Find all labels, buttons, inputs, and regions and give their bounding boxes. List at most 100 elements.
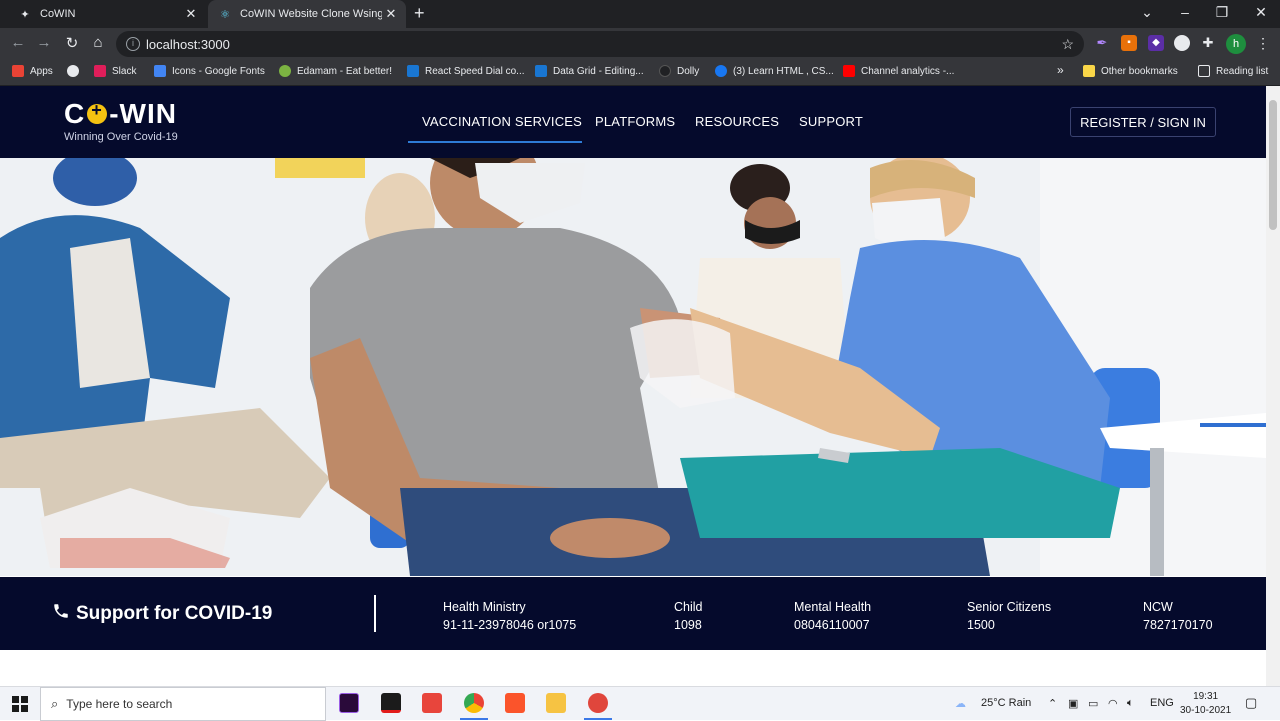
file-explorer-icon[interactable] bbox=[546, 693, 566, 713]
search-icon: ⌕ bbox=[51, 696, 59, 711]
tray-app-icon[interactable]: ▣ bbox=[1068, 697, 1078, 710]
back-icon[interactable]: ← bbox=[8, 34, 28, 51]
new-tab-button[interactable]: + bbox=[414, 3, 425, 24]
browser-menu-icon[interactable]: ⋮ bbox=[1256, 35, 1270, 52]
windows-start-icon[interactable] bbox=[12, 696, 28, 712]
maximize-icon[interactable]: ❐ bbox=[1212, 4, 1232, 21]
feather-extension-icon[interactable]: ✒ bbox=[1094, 35, 1110, 51]
close-window-icon[interactable]: ✕ bbox=[1251, 4, 1271, 21]
bookmark-label: Reading list bbox=[1216, 65, 1269, 77]
cowin-logo[interactable]: C -WIN Winning Over Covid-19 bbox=[64, 98, 178, 143]
app-red-icon[interactable] bbox=[381, 693, 401, 713]
helpline-number[interactable]: 1098 bbox=[674, 616, 703, 634]
notifications-icon[interactable]: ▢ bbox=[1245, 695, 1257, 711]
bookmark-google-fonts[interactable]: Icons - Google Fonts bbox=[154, 65, 265, 77]
tab-cowin-clone[interactable]: ⚛ CoWIN Website Clone Wsing Re ✕ bbox=[208, 0, 406, 28]
helpline-number[interactable]: 7827170170 bbox=[1143, 616, 1213, 634]
register-sign-in-button[interactable]: REGISTER / SIGN IN bbox=[1070, 107, 1216, 137]
premiere-pro-icon[interactable] bbox=[339, 693, 359, 713]
off-extension-icon[interactable]: ▪ bbox=[1121, 35, 1137, 51]
bookmark-edamam[interactable]: Edamam - Eat better! bbox=[279, 65, 392, 77]
bookmark-star-icon[interactable]: ☆ bbox=[1061, 36, 1074, 53]
bookmarks-bar: Apps Slack Icons - Google Fonts Edamam -… bbox=[0, 60, 1280, 86]
helpline-label: Mental Health bbox=[794, 600, 872, 614]
brave-icon[interactable] bbox=[505, 693, 525, 713]
bookmark-globe[interactable] bbox=[67, 65, 85, 77]
close-tab-icon[interactable]: ✕ bbox=[182, 6, 200, 22]
url-text[interactable]: localhost:3000 bbox=[146, 37, 230, 52]
language-indicator[interactable]: ENG bbox=[1150, 697, 1174, 709]
windows-taskbar: ⌕ Type here to search ☁ 25°C Rain ⌃ ▣ ▭ … bbox=[0, 686, 1280, 721]
reload-icon[interactable]: ↻ bbox=[62, 34, 82, 52]
globe-icon bbox=[67, 65, 79, 77]
site-header: C -WIN Winning Over Covid-19 VACCINATION… bbox=[0, 86, 1266, 158]
app-pink-icon[interactable] bbox=[588, 693, 608, 713]
tab-cowin[interactable]: ✦ CoWIN ✕ bbox=[8, 0, 206, 28]
support-divider bbox=[374, 595, 376, 632]
helpline-number[interactable]: 08046110007 bbox=[794, 616, 871, 634]
helpline-number[interactable]: 1500 bbox=[967, 616, 1051, 634]
dolly-icon bbox=[659, 65, 671, 77]
bookmark-slack[interactable]: Slack bbox=[94, 65, 136, 77]
address-bar[interactable]: i localhost:3000 ☆ bbox=[116, 31, 1084, 57]
hero-banner-image bbox=[0, 158, 1266, 576]
page-scrollbar[interactable] bbox=[1266, 86, 1280, 686]
nav-support[interactable]: SUPPORT bbox=[799, 114, 863, 129]
bookmark-dolly[interactable]: Dolly bbox=[659, 65, 699, 77]
helpline-label: Senior Citizens bbox=[967, 600, 1052, 614]
show-hidden-icons-icon[interactable]: ⌃ bbox=[1048, 697, 1057, 710]
info-icon[interactable]: i bbox=[126, 37, 140, 51]
weather-text[interactable]: 25°C Rain bbox=[981, 697, 1031, 709]
nav-resources[interactable]: RESOURCES bbox=[695, 114, 779, 129]
bookmarks-overflow-icon[interactable]: » bbox=[1057, 63, 1064, 77]
taskbar-search-input[interactable]: ⌕ Type here to search bbox=[40, 687, 326, 721]
profile-avatar[interactable]: h bbox=[1226, 34, 1246, 54]
vaccination-photo bbox=[0, 158, 1266, 576]
minimize-icon[interactable]: – bbox=[1175, 4, 1195, 20]
bookmark-label: Other bookmarks bbox=[1101, 65, 1178, 77]
helpline-mental-health: Mental Health 08046110007 bbox=[794, 598, 871, 634]
bookmark-label: Edamam - Eat better! bbox=[297, 65, 393, 77]
bookmark-label: (3) Learn HTML , CS... bbox=[733, 65, 834, 77]
chrome-icon[interactable] bbox=[464, 693, 484, 713]
volume-icon[interactable]: 🔈︎ bbox=[1127, 697, 1134, 710]
weather-rain-icon[interactable]: ☁ bbox=[955, 697, 966, 710]
tab-search-icon[interactable]: ⌄ bbox=[1137, 4, 1157, 21]
reading-list-icon bbox=[1198, 65, 1210, 77]
bookmark-react-speed-dial[interactable]: React Speed Dial co... bbox=[407, 65, 525, 77]
helpline-label: Health Ministry bbox=[443, 600, 526, 614]
home-icon[interactable]: ⌂ bbox=[88, 34, 108, 51]
close-tab-icon[interactable]: ✕ bbox=[382, 6, 400, 22]
helpline-number[interactable]: 91-11-23978046 or1075 bbox=[443, 616, 576, 634]
slack-icon bbox=[94, 65, 106, 77]
forward-icon[interactable]: → bbox=[34, 34, 54, 51]
search-placeholder: Type here to search bbox=[66, 697, 173, 711]
tab-title: CoWIN bbox=[40, 8, 76, 20]
scrollbar-thumb[interactable] bbox=[1269, 100, 1277, 230]
bookmark-data-grid[interactable]: Data Grid - Editing... bbox=[535, 65, 644, 77]
clock-time: 19:31 bbox=[1193, 691, 1219, 702]
helpline-senior-citizens: Senior Citizens 1500 bbox=[967, 598, 1051, 634]
nav-vaccination-services[interactable]: VACCINATION SERVICES bbox=[422, 114, 582, 129]
dark-mode-extension-icon[interactable] bbox=[1174, 35, 1190, 51]
nav-active-indicator bbox=[408, 141, 582, 143]
battery-icon[interactable]: ▭ bbox=[1088, 697, 1098, 710]
taskbar-clock[interactable]: 19:31 30-10-2021 bbox=[1180, 690, 1231, 718]
nav-platforms[interactable]: PLATFORMS bbox=[595, 114, 675, 129]
other-bookmarks[interactable]: Other bookmarks bbox=[1083, 65, 1178, 77]
logo-suffix: -WIN bbox=[109, 98, 177, 129]
bookmark-youtube[interactable]: Channel analytics -... bbox=[843, 65, 954, 77]
logo-plus-icon bbox=[87, 100, 108, 124]
bookmark-facebook[interactable]: (3) Learn HTML , CS... bbox=[715, 65, 834, 77]
reading-list[interactable]: Reading list bbox=[1198, 65, 1268, 77]
bookmark-apps[interactable]: Apps bbox=[12, 65, 53, 77]
extensions-puzzle-icon[interactable]: ✚ bbox=[1200, 35, 1216, 51]
react-favicon-icon: ⚛ bbox=[220, 8, 230, 21]
mui-icon bbox=[407, 65, 419, 77]
wifi-icon[interactable]: ◠ bbox=[1108, 697, 1118, 710]
badge-extension-icon[interactable]: ◆ bbox=[1148, 35, 1164, 51]
facebook-icon bbox=[715, 65, 727, 77]
anydesk-icon[interactable] bbox=[422, 693, 442, 713]
bookmark-label: Channel analytics -... bbox=[861, 65, 955, 77]
cowin-favicon-icon: ✦ bbox=[20, 8, 30, 21]
